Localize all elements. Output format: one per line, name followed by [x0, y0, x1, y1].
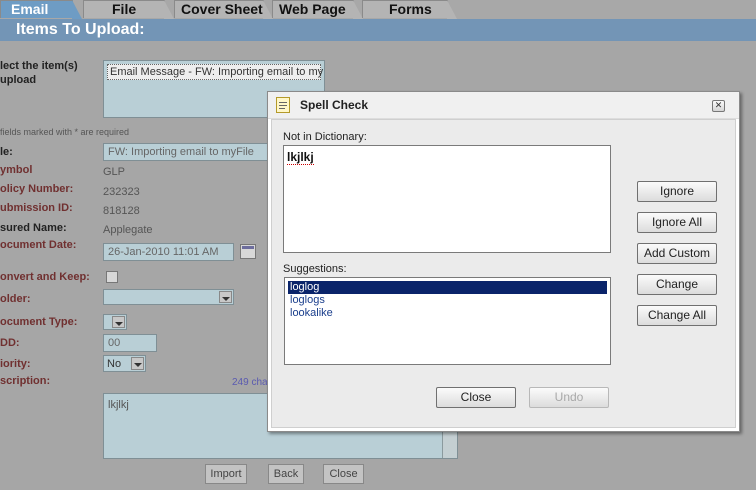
- chars-remaining: 249 cha: [232, 377, 268, 388]
- tab-forms-label: Forms: [389, 1, 432, 17]
- items-list-item[interactable]: Email Message - FW: Importing email to m…: [107, 64, 324, 80]
- priority-label: iority:: [0, 358, 31, 370]
- tab-email-label: Email: [11, 1, 49, 17]
- description-label: scription:: [0, 375, 51, 387]
- submission-id-value: 818128: [103, 205, 140, 217]
- dd-label: DD:: [0, 337, 20, 349]
- select-items-label-2: upload: [0, 74, 37, 86]
- policy-number-label: olicy Number:: [0, 183, 74, 195]
- title-field[interactable]: FW: Importing email to myFile: [103, 143, 273, 161]
- symbol-label: ymbol: [0, 164, 33, 176]
- dialog-body: Not in Dictionary: lkjlkj Suggestions: l…: [271, 119, 736, 428]
- convert-and-keep-checkbox[interactable]: [106, 271, 118, 283]
- tab-forms[interactable]: Forms: [362, 0, 457, 19]
- tab-file-label: File: [112, 1, 137, 17]
- dd-field[interactable]: 00: [103, 334, 157, 352]
- title-label: le:: [0, 146, 13, 158]
- ignore-all-button[interactable]: Ignore All: [637, 212, 717, 233]
- folder-select[interactable]: [103, 289, 234, 305]
- not-in-dictionary-label: Not in Dictionary:: [283, 131, 367, 143]
- not-in-dictionary-box[interactable]: lkjlkj: [283, 145, 611, 253]
- insured-name-label: sured Name:: [0, 222, 67, 234]
- import-button[interactable]: Import: [205, 464, 247, 484]
- dialog-close-button[interactable]: Close: [436, 387, 516, 408]
- spell-check-icon: [276, 97, 290, 113]
- submission-id-label: ubmission ID:: [0, 202, 73, 214]
- close-button[interactable]: Close: [323, 464, 364, 484]
- description-text: lkjlkj: [108, 399, 129, 411]
- suggestions-list[interactable]: loglog loglogs lookalike: [284, 277, 611, 365]
- symbol-value: GLP: [103, 166, 126, 178]
- misspelled-word: lkjlkj: [287, 150, 314, 165]
- suggestions-label: Suggestions:: [283, 263, 347, 275]
- change-button[interactable]: Change: [637, 274, 717, 295]
- close-icon[interactable]: ✕: [712, 100, 725, 112]
- change-all-button[interactable]: Change All: [637, 305, 717, 326]
- tab-cover-sheet-label: Cover Sheet: [181, 1, 263, 17]
- select-items-label: lect the item(s): [0, 60, 78, 72]
- section-title: Items To Upload:: [16, 21, 145, 38]
- dialog-title-bar: Spell Check ✕: [268, 92, 739, 119]
- tab-bar: Email File Cover Sheet Web Page Forms: [0, 0, 756, 19]
- priority-select[interactable]: No: [103, 355, 146, 372]
- tab-web-page-label: Web Page: [279, 1, 346, 17]
- chevron-down-icon: [131, 357, 144, 370]
- priority-value: No: [107, 358, 122, 370]
- document-date-field[interactable]: 26-Jan-2010 11:01 AM: [103, 243, 234, 261]
- tab-file[interactable]: File: [83, 0, 174, 19]
- back-button[interactable]: Back: [268, 464, 304, 484]
- document-date-label: ocument Date:: [0, 239, 77, 251]
- suggestion-item[interactable]: loglog: [287, 280, 608, 295]
- document-type-select[interactable]: [103, 314, 127, 330]
- insured-name-value: Applegate: [103, 224, 153, 236]
- tab-web-page[interactable]: Web Page: [272, 0, 363, 19]
- undo-button: Undo: [529, 387, 609, 408]
- chevron-down-icon: [112, 316, 125, 328]
- add-custom-button[interactable]: Add Custom: [637, 243, 717, 264]
- dialog-title: Spell Check: [300, 98, 369, 112]
- required-note: fields marked with * are required: [0, 127, 130, 137]
- tab-email[interactable]: Email: [0, 0, 82, 19]
- chevron-down-icon: [219, 291, 232, 303]
- tab-cover-sheet[interactable]: Cover Sheet: [174, 0, 273, 19]
- section-header: Items To Upload:: [0, 19, 756, 41]
- policy-number-value: 232323: [103, 186, 140, 198]
- ignore-button[interactable]: Ignore: [637, 181, 717, 202]
- calendar-icon[interactable]: [240, 244, 256, 259]
- document-type-label: ocument Type:: [0, 316, 78, 328]
- suggestion-item[interactable]: lookalike: [288, 307, 607, 320]
- suggestion-item[interactable]: loglogs: [288, 294, 607, 307]
- folder-label: older:: [0, 293, 31, 305]
- spell-check-dialog: Spell Check ✕ Not in Dictionary: lkjlkj …: [267, 91, 740, 432]
- convert-and-keep-label: onvert and Keep:: [0, 271, 90, 283]
